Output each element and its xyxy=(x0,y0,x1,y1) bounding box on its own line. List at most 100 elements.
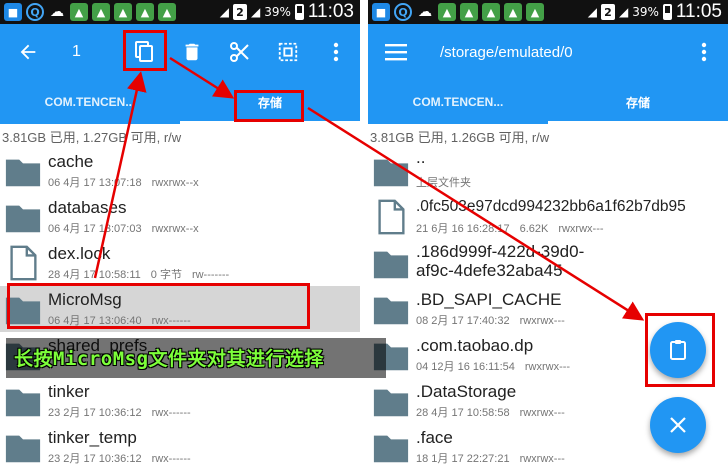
weather-icon: ☁ xyxy=(50,4,64,20)
android-icon: ▲ xyxy=(526,3,544,21)
tab-com-tencent[interactable]: COM.TENCEN... xyxy=(368,80,548,124)
android-icon: ▲ xyxy=(460,3,478,21)
cell-signal-icon: ◢ xyxy=(618,5,629,19)
android-icon: ▲ xyxy=(158,3,176,21)
item-meta: 上层文件夹 xyxy=(416,177,471,189)
q-notification-icon: Q xyxy=(394,3,412,21)
action-toolbar: 1 xyxy=(0,24,360,80)
sim-indicator: 2 xyxy=(232,4,247,20)
right-screen: ■ Q ☁ ▲ ▲ ▲ ▲ ▲ ◢ 2 ◢ 39% 11:05 /storage… xyxy=(368,0,728,475)
item-name: .face xyxy=(416,428,453,447)
folder-icon xyxy=(5,205,41,233)
android-icon: ▲ xyxy=(482,3,500,21)
highlight-copy-button xyxy=(123,30,167,71)
app-notification-icon: ■ xyxy=(4,3,22,21)
status-bar: ■ Q ☁ ▲ ▲ ▲ ▲ ▲ ◢ 2 ◢ 39% 11:03 xyxy=(0,0,360,24)
more-vert-icon[interactable] xyxy=(316,24,356,80)
item-meta: 23 2月 17 10:36:12 rwx------ xyxy=(48,453,191,465)
item-meta: 28 4月 17 10:58:58 rwxrwx--- xyxy=(416,407,565,419)
list-item[interactable]: .0fc503e97dcd994232bb6a1f62b7db95 21 6月 … xyxy=(368,194,728,240)
tab-storage[interactable]: 存储 xyxy=(548,80,728,124)
battery-percent: 39% xyxy=(632,5,659,19)
android-icon: ▲ xyxy=(504,3,522,21)
item-name: .BD_SAPI_CACHE xyxy=(416,290,562,309)
app-notification-icon: ■ xyxy=(372,3,390,21)
item-meta: 18 1月 17 22:27:21 rwxrwx--- xyxy=(416,453,565,465)
storage-info: 3.81GB 已用, 1.26GB 可用, r/w xyxy=(368,124,728,148)
file-icon xyxy=(378,199,405,235)
item-meta: 04 12月 16 16:11:54 rwxrwx--- xyxy=(416,361,571,373)
item-name: .186d999f-422d-39d0- af9c-4defe32aba45 xyxy=(416,242,585,280)
clock: 11:05 xyxy=(675,1,722,22)
android-icon: ▲ xyxy=(114,3,132,21)
folder-icon xyxy=(373,435,409,463)
item-meta: 28 4月 17 10:58:11 0 字节 rw------- xyxy=(48,269,230,281)
item-name: .. xyxy=(416,148,426,167)
storage-info: 3.81GB 已用, 1.27GB 可用, r/w xyxy=(0,124,360,148)
folder-icon xyxy=(5,159,41,187)
screen-divider xyxy=(360,0,368,475)
current-path: /storage/emulated/0 xyxy=(440,43,573,61)
android-icon: ▲ xyxy=(438,3,456,21)
signal-icon: ◢ xyxy=(587,5,597,19)
signal-icon: ◢ xyxy=(219,5,229,19)
item-name: databases xyxy=(48,198,127,217)
list-item[interactable]: tinker_temp 23 2月 17 10:36:12 rwx------ xyxy=(0,424,360,470)
folder-icon xyxy=(5,435,41,463)
list-item[interactable]: cache 06 4月 17 13:07:18 rwxrwx--x xyxy=(0,148,360,194)
item-meta: 21 6月 16 16:28:17 6.62K rwxrwx--- xyxy=(416,223,604,235)
item-name: tinker_temp xyxy=(48,428,137,447)
folder-icon xyxy=(373,389,409,417)
tab-com-tencent[interactable]: COM.TENCEN... xyxy=(0,80,180,124)
item-name: .DataStorage xyxy=(416,382,517,401)
close-fab[interactable] xyxy=(650,397,706,453)
item-meta: 08 2月 17 17:40:32 rwxrwx--- xyxy=(416,315,565,327)
item-name: .com.taobao.dp xyxy=(416,336,534,355)
sim-indicator: 2 xyxy=(600,4,615,20)
cut-icon[interactable] xyxy=(220,24,260,80)
folder-icon xyxy=(5,389,41,417)
battery-icon xyxy=(662,4,672,20)
q-notification-icon: Q xyxy=(26,3,44,21)
list-item[interactable]: tinker 23 2月 17 10:36:12 rwx------ xyxy=(0,378,360,424)
highlight-storage-tab xyxy=(234,90,304,122)
battery-icon xyxy=(294,4,304,20)
notification-icons: ■ Q ☁ ▲ ▲ ▲ ▲ ▲ xyxy=(4,3,176,21)
android-icon: ▲ xyxy=(70,3,88,21)
close-icon xyxy=(670,417,686,433)
item-name: tinker xyxy=(48,382,90,401)
item-meta: 06 4月 17 13:07:18 rwxrwx--x xyxy=(48,177,199,189)
system-status: ◢ 2 ◢ 39% 11:05 xyxy=(588,1,722,23)
select-all-icon[interactable] xyxy=(268,24,308,80)
folder-icon xyxy=(373,159,409,187)
file-icon xyxy=(10,245,37,281)
back-arrow-icon[interactable] xyxy=(8,24,48,80)
item-name: cache xyxy=(48,152,94,171)
android-icon: ▲ xyxy=(92,3,110,21)
app-toolbar: /storage/emulated/0 xyxy=(368,24,728,80)
item-name: .0fc503e97dcd994232bb6a1f62b7db95 xyxy=(416,198,686,215)
delete-icon[interactable] xyxy=(172,24,212,80)
cell-signal-icon: ◢ xyxy=(250,5,261,19)
tabs: COM.TENCEN... 存储 xyxy=(0,80,360,124)
item-meta: 23 2月 17 10:36:12 rwx------ xyxy=(48,407,191,419)
weather-icon: ☁ xyxy=(418,4,432,20)
highlight-micromsg-row xyxy=(7,283,310,329)
left-screen: ■ Q ☁ ▲ ▲ ▲ ▲ ▲ ◢ 2 ◢ 39% 11:03 1 COM.TE… xyxy=(0,0,360,475)
notification-icons: ■ Q ☁ ▲ ▲ ▲ ▲ ▲ xyxy=(372,3,544,21)
item-name: dex.lock xyxy=(48,244,111,263)
instruction-caption: 长按MicroMsg文件夹对其进行选择 xyxy=(14,348,325,370)
list-item-parent[interactable]: .. 上层文件夹 xyxy=(368,148,728,194)
list-item[interactable]: databases 06 4月 17 13:07:03 rwxrwx--x xyxy=(0,194,360,240)
system-status: ◢ 2 ◢ 39% 11:03 xyxy=(220,1,354,23)
folder-icon xyxy=(373,297,409,325)
more-vert-icon[interactable] xyxy=(684,24,724,80)
folder-icon xyxy=(373,251,409,279)
list-item[interactable]: .186d999f-422d-39d0- af9c-4defe32aba45 xyxy=(368,240,728,286)
clock: 11:03 xyxy=(307,1,354,22)
item-meta: 06 4月 17 13:07:03 rwxrwx--x xyxy=(48,223,199,235)
battery-percent: 39% xyxy=(264,5,291,19)
list-item[interactable]: dex.lock 28 4月 17 10:58:11 0 字节 rw------- xyxy=(0,240,360,286)
hamburger-menu-icon[interactable] xyxy=(376,24,416,80)
highlight-paste-fab xyxy=(645,313,715,387)
